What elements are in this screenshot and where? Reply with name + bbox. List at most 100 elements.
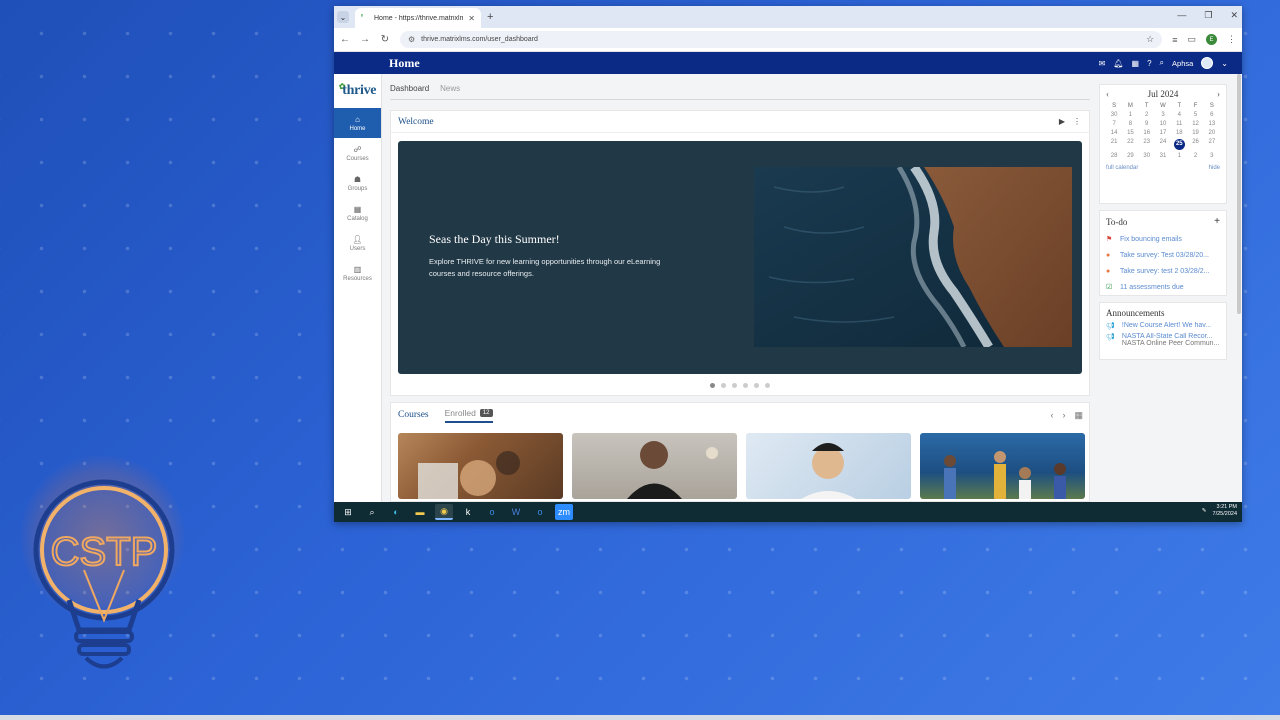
page-scrollbar[interactable] — [1237, 74, 1241, 314]
calendar-day[interactable]: 30 — [1106, 112, 1122, 118]
calendar-day[interactable]: 25 — [1173, 139, 1185, 150]
sidepanel-icon[interactable]: ▭ — [1187, 34, 1196, 45]
calendar-day[interactable]: 26 — [1187, 139, 1203, 150]
back-icon[interactable]: ← — [340, 34, 350, 45]
user-name[interactable]: Aphsa — [1172, 59, 1193, 68]
calendar-day[interactable]: 27 — [1204, 139, 1220, 150]
sidebar-item-catalog[interactable]: ▦ Catalog — [334, 198, 381, 228]
todo-item[interactable]: ☑ 11 assessments due — [1106, 279, 1220, 295]
course-card[interactable] — [746, 433, 911, 499]
calendar-day[interactable]: 16 — [1139, 130, 1155, 136]
todo-item[interactable]: ⚑ Fix bouncing emails — [1106, 231, 1220, 247]
more-options-icon[interactable]: ⋮ — [1073, 117, 1081, 126]
carousel-dot[interactable] — [754, 383, 759, 388]
full-calendar-link[interactable]: full calendar — [1106, 165, 1138, 171]
calendar-day[interactable]: 13 — [1204, 121, 1220, 127]
calendar-day[interactable]: 21 — [1106, 139, 1122, 150]
todo-item[interactable]: ● Take survey: test 2 03/28/2... — [1106, 263, 1220, 279]
calendar-day[interactable]: 29 — [1122, 153, 1138, 159]
calculator-icon[interactable]: ▦ — [1074, 410, 1083, 421]
pen-icon[interactable]: ✎ — [1202, 508, 1207, 515]
calendar-day[interactable]: 23 — [1139, 139, 1155, 150]
chevron-left-icon[interactable]: ‹ — [1050, 410, 1053, 421]
menu-icon[interactable]: ⋮ — [1227, 34, 1236, 45]
forward-icon[interactable]: → — [360, 34, 370, 45]
thrive-logo[interactable]: ✿ thrive — [334, 74, 381, 108]
browser-tab[interactable]: ꞌ Home - https://thrive.matrixlms.com ✕ — [355, 8, 481, 28]
calendar-day[interactable]: 28 — [1106, 153, 1122, 159]
course-card[interactable] — [572, 433, 737, 499]
carousel-dot[interactable] — [743, 383, 748, 388]
calendar-day[interactable]: 19 — [1187, 130, 1203, 136]
calendar-day[interactable]: 22 — [1122, 139, 1138, 150]
next-month-icon[interactable]: › — [1217, 89, 1220, 99]
carousel-dot[interactable] — [710, 383, 715, 388]
new-tab-icon[interactable]: + — [487, 11, 493, 23]
search-icon[interactable]: ⌕ — [1160, 58, 1164, 68]
help-icon[interactable]: ? — [1147, 59, 1151, 68]
outlook-icon[interactable]: o — [483, 504, 501, 520]
tab-search-icon[interactable]: ⌄ — [337, 11, 349, 23]
announcement-item[interactable]: 📢︎ !New Course Alert! We hav... — [1106, 322, 1220, 330]
edge-icon[interactable]: ◐ — [387, 504, 405, 520]
close-tab-icon[interactable]: ✕ — [468, 14, 475, 23]
media-icon[interactable]: ≡ — [1172, 35, 1177, 45]
word-icon[interactable]: W — [507, 504, 525, 520]
play-icon[interactable]: ▶ — [1059, 117, 1065, 126]
sidebar-item-groups[interactable]: ☗ Groups — [334, 168, 381, 198]
calendar-day[interactable]: 12 — [1187, 121, 1203, 127]
address-bar[interactable]: ⚙ thrive.matrixlms.com/user_dashboard ☆ — [400, 31, 1163, 48]
avatar[interactable] — [1201, 57, 1214, 69]
zoom-icon[interactable]: zm — [555, 504, 573, 520]
calendar-day[interactable]: 18 — [1171, 130, 1187, 136]
calendar-day[interactable]: 7 — [1106, 121, 1122, 127]
sidebar-item-users[interactable]: 👤︎ Users — [334, 228, 381, 258]
site-info-icon[interactable]: ⚙ — [408, 35, 415, 44]
announcement-item[interactable]: 📢︎ NASTA All-State Call Recor... NASTA O… — [1106, 333, 1220, 347]
search-taskbar-icon[interactable]: ⌕ — [363, 504, 381, 520]
add-todo-icon[interactable]: + — [1214, 216, 1220, 227]
mail-icon[interactable]: ✉ — [1099, 59, 1106, 68]
calendar-day[interactable]: 4 — [1171, 112, 1187, 118]
calendar-day[interactable]: 1 — [1171, 153, 1187, 159]
course-card[interactable] — [398, 433, 563, 499]
sidebar-item-resources[interactable]: ▥ Resources — [334, 258, 381, 288]
bookmark-star-icon[interactable]: ☆ — [1146, 34, 1154, 45]
calendar-day[interactable]: 11 — [1171, 121, 1187, 127]
bell-icon[interactable]: 🔔︎ — [1113, 59, 1123, 68]
chevron-down-icon[interactable]: ⌄ — [1221, 59, 1228, 68]
calendar-day[interactable]: 2 — [1187, 153, 1203, 159]
calendar-day[interactable]: 5 — [1187, 112, 1203, 118]
calendar-icon[interactable]: ▦ — [1132, 59, 1140, 68]
file-explorer-icon[interactable]: ▬ — [411, 504, 429, 520]
close-window-icon[interactable]: ✕ — [1230, 10, 1238, 21]
course-card[interactable] — [920, 433, 1085, 499]
calendar-day[interactable]: 3 — [1155, 112, 1171, 118]
minimize-icon[interactable]: — — [1177, 10, 1186, 21]
carousel-dot[interactable] — [765, 383, 770, 388]
carousel-dot[interactable] — [732, 383, 737, 388]
calendar-day[interactable]: 3 — [1204, 153, 1220, 159]
chevron-right-icon[interactable]: › — [1062, 410, 1065, 421]
welcome-banner[interactable]: Seas the Day this Summer! Explore THRIVE… — [398, 141, 1082, 374]
tab-dashboard[interactable]: Dashboard — [390, 84, 429, 93]
sidebar-item-home[interactable]: ⌂ Home — [334, 108, 381, 138]
calendar-day[interactable]: 9 — [1139, 121, 1155, 127]
maximize-icon[interactable]: ❐ — [1204, 10, 1212, 21]
calendar-day[interactable]: 6 — [1204, 112, 1220, 118]
outlook-new-icon[interactable]: o — [531, 504, 549, 520]
calendar-day[interactable]: 14 — [1106, 130, 1122, 136]
hide-calendar-link[interactable]: hide — [1209, 165, 1220, 171]
calendar-day[interactable]: 1 — [1122, 112, 1138, 118]
chrome-icon[interactable]: ◉ — [435, 504, 453, 520]
calendar-day[interactable]: 30 — [1139, 153, 1155, 159]
prev-month-icon[interactable]: ‹ — [1106, 89, 1109, 99]
calendar-day[interactable]: 8 — [1122, 121, 1138, 127]
calendar-day[interactable]: 20 — [1204, 130, 1220, 136]
calendar-day[interactable]: 10 — [1155, 121, 1171, 127]
calendar-day[interactable]: 31 — [1155, 153, 1171, 159]
calendar-day[interactable]: 17 — [1155, 130, 1171, 136]
windows-start-icon[interactable]: ⊞ — [339, 504, 357, 520]
tab-news[interactable]: News — [440, 84, 460, 93]
calendar-day[interactable]: 15 — [1122, 130, 1138, 136]
